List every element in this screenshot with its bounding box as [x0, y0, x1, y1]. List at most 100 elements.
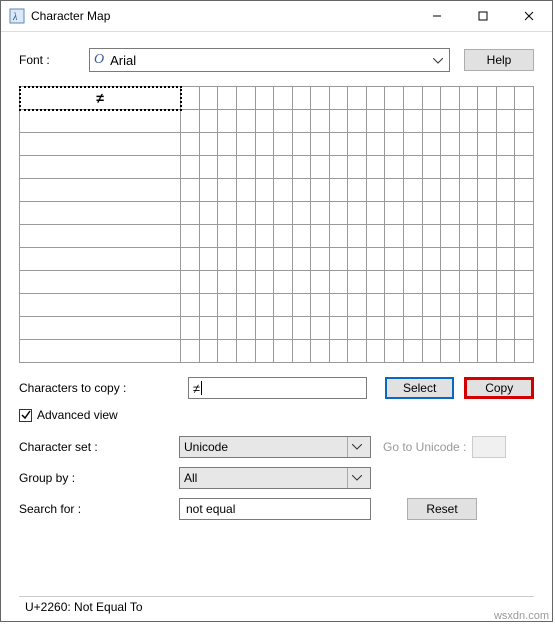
character-cell[interactable]	[311, 133, 330, 156]
character-cell[interactable]	[496, 317, 515, 340]
character-cell[interactable]	[218, 271, 237, 294]
character-cell[interactable]	[366, 133, 385, 156]
character-cell[interactable]	[404, 133, 423, 156]
help-button[interactable]: Help	[464, 49, 534, 71]
character-cell[interactable]	[20, 271, 181, 294]
character-cell[interactable]	[311, 156, 330, 179]
character-cell[interactable]	[348, 179, 367, 202]
character-cell[interactable]	[385, 271, 404, 294]
search-for-input[interactable]: not equal	[179, 498, 371, 520]
character-cell[interactable]	[422, 294, 441, 317]
character-cell[interactable]	[255, 202, 274, 225]
character-cell[interactable]	[199, 133, 218, 156]
character-cell[interactable]	[348, 340, 367, 363]
characters-to-copy-input[interactable]: ≠	[188, 377, 367, 399]
character-cell[interactable]	[496, 156, 515, 179]
character-cell[interactable]	[459, 248, 478, 271]
character-cell[interactable]	[348, 156, 367, 179]
character-cell[interactable]	[441, 225, 460, 248]
character-cell[interactable]	[20, 225, 181, 248]
character-cell[interactable]	[459, 133, 478, 156]
character-cell[interactable]	[329, 271, 348, 294]
character-cell[interactable]	[478, 202, 497, 225]
character-cell[interactable]	[422, 202, 441, 225]
character-cell[interactable]	[236, 179, 255, 202]
character-cell[interactable]	[348, 87, 367, 110]
character-cell[interactable]	[255, 179, 274, 202]
character-cell[interactable]	[422, 248, 441, 271]
character-cell[interactable]	[199, 87, 218, 110]
character-cell[interactable]	[292, 110, 311, 133]
character-cell[interactable]	[274, 317, 293, 340]
character-cell[interactable]	[292, 248, 311, 271]
character-cell[interactable]	[20, 340, 181, 363]
character-cell[interactable]: ≠	[20, 87, 181, 110]
character-cell[interactable]	[515, 110, 534, 133]
character-cell[interactable]	[348, 294, 367, 317]
character-cell[interactable]	[459, 225, 478, 248]
character-cell[interactable]	[329, 248, 348, 271]
character-cell[interactable]	[236, 271, 255, 294]
character-cell[interactable]	[422, 87, 441, 110]
character-cell[interactable]	[478, 271, 497, 294]
character-cell[interactable]	[311, 294, 330, 317]
character-cell[interactable]	[199, 225, 218, 248]
character-cell[interactable]	[218, 156, 237, 179]
character-cell[interactable]	[329, 294, 348, 317]
character-cell[interactable]	[478, 317, 497, 340]
character-cell[interactable]	[496, 294, 515, 317]
character-cell[interactable]	[496, 87, 515, 110]
character-cell[interactable]	[274, 133, 293, 156]
character-cell[interactable]	[20, 202, 181, 225]
character-cell[interactable]	[385, 248, 404, 271]
character-cell[interactable]	[236, 225, 255, 248]
group-by-combobox[interactable]: All	[179, 467, 371, 489]
character-cell[interactable]	[459, 202, 478, 225]
character-cell[interactable]	[348, 110, 367, 133]
character-cell[interactable]	[255, 133, 274, 156]
character-cell[interactable]	[329, 110, 348, 133]
character-cell[interactable]	[274, 271, 293, 294]
character-cell[interactable]	[385, 340, 404, 363]
character-cell[interactable]	[292, 179, 311, 202]
character-cell[interactable]	[348, 317, 367, 340]
character-cell[interactable]	[366, 340, 385, 363]
character-cell[interactable]	[422, 271, 441, 294]
character-cell[interactable]	[199, 202, 218, 225]
font-combobox[interactable]: O Arial	[89, 48, 450, 72]
character-cell[interactable]	[459, 294, 478, 317]
character-cell[interactable]	[311, 87, 330, 110]
character-cell[interactable]	[199, 340, 218, 363]
character-cell[interactable]	[385, 87, 404, 110]
character-cell[interactable]	[329, 202, 348, 225]
character-cell[interactable]	[292, 133, 311, 156]
character-cell[interactable]	[181, 110, 200, 133]
character-cell[interactable]	[181, 271, 200, 294]
reset-button[interactable]: Reset	[407, 498, 477, 520]
character-cell[interactable]	[311, 248, 330, 271]
character-cell[interactable]	[292, 225, 311, 248]
character-cell[interactable]	[329, 133, 348, 156]
character-cell[interactable]	[441, 156, 460, 179]
character-cell[interactable]	[274, 202, 293, 225]
character-cell[interactable]	[218, 248, 237, 271]
character-cell[interactable]	[20, 156, 181, 179]
character-cell[interactable]	[496, 110, 515, 133]
character-cell[interactable]	[236, 317, 255, 340]
character-cell[interactable]	[422, 156, 441, 179]
character-cell[interactable]	[478, 133, 497, 156]
character-cell[interactable]	[292, 156, 311, 179]
character-cell[interactable]	[404, 248, 423, 271]
character-cell[interactable]	[496, 202, 515, 225]
character-cell[interactable]	[274, 87, 293, 110]
character-cell[interactable]	[218, 225, 237, 248]
character-cell[interactable]	[404, 225, 423, 248]
character-cell[interactable]	[459, 156, 478, 179]
character-cell[interactable]	[255, 294, 274, 317]
character-cell[interactable]	[274, 179, 293, 202]
character-cell[interactable]	[199, 110, 218, 133]
character-cell[interactable]	[274, 156, 293, 179]
character-cell[interactable]	[385, 294, 404, 317]
character-cell[interactable]	[515, 156, 534, 179]
character-cell[interactable]	[255, 340, 274, 363]
